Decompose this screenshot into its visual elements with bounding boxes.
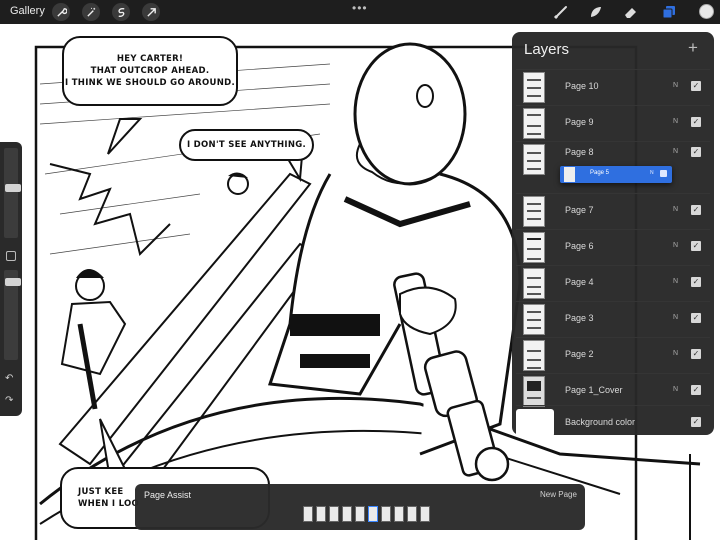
layer-name: Page 1_Cover <box>565 385 623 395</box>
visibility-checkbox[interactable]: ✓ <box>691 81 701 91</box>
layer-row[interactable]: Page 1_Cover N ✓ <box>516 373 710 408</box>
dragging-layer-blend: N <box>650 170 654 176</box>
smudge-icon[interactable] <box>587 3 605 21</box>
dragging-layer-name: Page 5 <box>590 170 610 176</box>
brush-sidebar: ↶ ↷ <box>0 142 22 416</box>
speech-bubble-2: I DON'T SEE ANYTHING. <box>179 129 314 161</box>
visibility-checkbox[interactable]: ✓ <box>691 241 701 251</box>
page-thumbnail[interactable] <box>407 506 417 522</box>
layer-name: Page 8 <box>565 147 594 157</box>
layer-thumbnail <box>523 232 545 263</box>
blend-mode[interactable]: N <box>673 386 678 393</box>
layers-icon[interactable] <box>660 3 678 21</box>
layer-name: Page 4 <box>565 277 594 287</box>
brush-icon[interactable] <box>552 3 570 21</box>
visibility-checkbox[interactable]: ✓ <box>691 417 701 427</box>
color-swatch[interactable] <box>699 4 714 19</box>
page-thumbnail[interactable] <box>381 506 391 522</box>
layer-name: Page 2 <box>565 349 594 359</box>
visibility-checkbox[interactable]: ✓ <box>691 117 701 127</box>
layer-row[interactable]: Page 6 N ✓ <box>516 229 710 264</box>
blend-mode[interactable]: N <box>673 206 678 213</box>
transform-arrow-icon[interactable] <box>142 3 160 21</box>
page-thumbnail[interactable] <box>355 506 365 522</box>
magic-wand-icon[interactable] <box>82 3 100 21</box>
layer-thumbnail <box>523 268 545 299</box>
layer-thumbnail <box>523 196 545 227</box>
layer-thumbnail <box>523 376 545 407</box>
layers-panel: Layers + Page 10 N ✓ Page 9 N ✓ Page 8 N… <box>512 32 714 437</box>
layer-thumbnail <box>523 72 545 103</box>
bubble-1-line-1: HEY CARTER! <box>116 54 184 64</box>
background-color-swatch[interactable] <box>516 409 554 437</box>
page-thumbnail[interactable] <box>394 506 404 522</box>
dragging-layer[interactable]: Page 5 N <box>560 166 672 183</box>
layer-name: Page 10 <box>565 81 599 91</box>
bubble-3-line-2: WHEN I LOO <box>78 499 140 509</box>
page-thumbnail-strip <box>303 506 430 524</box>
bubble-1-line-3: I THINK WE SHOULD GO AROUND. <box>64 78 235 88</box>
background-color-row[interactable]: Background color ✓ <box>516 405 710 440</box>
blend-mode[interactable]: N <box>673 148 678 155</box>
brush-size-slider[interactable] <box>4 148 21 238</box>
blend-mode[interactable]: N <box>673 350 678 357</box>
bubble-3-line-1: JUST KEE <box>78 487 124 497</box>
layer-row[interactable]: Page 10 N ✓ <box>516 69 710 104</box>
layer-name: Page 6 <box>565 241 594 251</box>
page-thumbnail[interactable] <box>316 506 326 522</box>
blend-mode[interactable]: N <box>673 314 678 321</box>
eraser-icon[interactable] <box>622 3 640 21</box>
layer-row[interactable]: Page 2 N ✓ <box>516 337 710 372</box>
add-layer-button[interactable]: + <box>688 38 698 58</box>
layer-name: Page 7 <box>565 205 594 215</box>
bubble-1-line-2: THAT OUTCROP AHEAD. <box>90 66 210 76</box>
layer-row[interactable]: Page 3 N ✓ <box>516 301 710 336</box>
layer-thumbnail <box>523 108 545 139</box>
redo-icon[interactable]: ↷ <box>5 395 13 406</box>
dragging-layer-thumbnail <box>564 167 575 182</box>
background-color-label: Background color <box>565 417 636 427</box>
speech-bubble-1: HEY CARTER! THAT OUTCROP AHEAD. I THINK … <box>62 36 238 106</box>
selection-icon[interactable] <box>112 3 130 21</box>
page-assist-title: Page Assist <box>144 490 192 500</box>
undo-icon[interactable]: ↶ <box>5 373 13 384</box>
blend-mode[interactable]: N <box>673 82 678 89</box>
layer-row[interactable]: Page 4 N ✓ <box>516 265 710 300</box>
blend-mode[interactable]: N <box>673 278 678 285</box>
gallery-button[interactable]: Gallery <box>10 5 45 17</box>
page-thumbnail[interactable] <box>420 506 430 522</box>
modify-button[interactable] <box>6 251 16 261</box>
page-thumbnail[interactable] <box>368 506 378 522</box>
layer-name: Page 9 <box>565 117 594 127</box>
visibility-checkbox[interactable]: ✓ <box>691 313 701 323</box>
layer-thumbnail <box>523 304 545 335</box>
layer-row[interactable]: Page 7 N ✓ <box>516 193 710 228</box>
visibility-checkbox[interactable]: ✓ <box>691 205 701 215</box>
visibility-checkbox[interactable]: ✓ <box>691 349 701 359</box>
page-thumbnail[interactable] <box>342 506 352 522</box>
layer-row[interactable]: Page 9 N ✓ <box>516 105 710 140</box>
bubble-2-line-1: I DON'T SEE ANYTHING. <box>186 140 307 150</box>
visibility-checkbox[interactable]: ✓ <box>691 277 701 287</box>
wrench-icon[interactable] <box>52 3 70 21</box>
layer-thumbnail <box>523 144 545 175</box>
blend-mode[interactable]: N <box>673 242 678 249</box>
page-thumbnail[interactable] <box>303 506 313 522</box>
layer-thumbnail <box>523 340 545 371</box>
page-assist-panel: Page Assist New Page <box>135 484 585 530</box>
top-toolbar: Gallery ••• <box>0 0 720 24</box>
opacity-thumb[interactable] <box>5 278 21 286</box>
visibility-checkbox[interactable]: ✓ <box>691 385 701 395</box>
layers-title: Layers <box>524 41 570 58</box>
new-page-button[interactable]: New Page <box>540 490 577 499</box>
visibility-checkbox[interactable]: ✓ <box>691 147 701 157</box>
opacity-slider[interactable] <box>4 270 21 360</box>
page-thumbnail[interactable] <box>329 506 339 522</box>
brush-size-thumb[interactable] <box>5 184 21 192</box>
dragging-layer-checkbox <box>660 170 667 177</box>
more-menu-button[interactable]: ••• <box>352 1 368 15</box>
blend-mode[interactable]: N <box>673 118 678 125</box>
layer-name: Page 3 <box>565 313 594 323</box>
